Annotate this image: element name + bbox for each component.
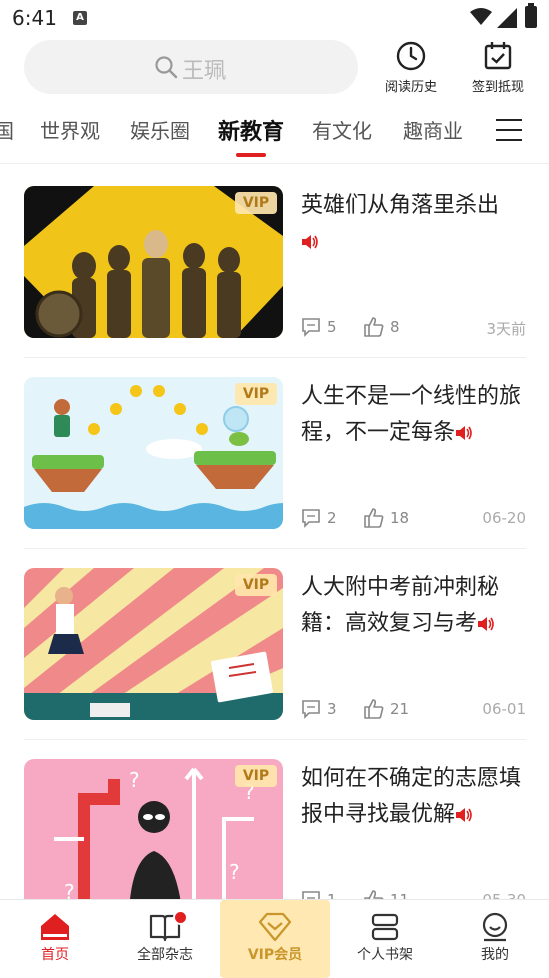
like-count: 8 (390, 318, 400, 336)
tab-shijieguan[interactable]: 世界观 (40, 115, 100, 144)
smiley-profile-icon (482, 912, 508, 942)
nav-all-magazines-label: 全部杂志 (137, 947, 193, 963)
article-thumbnail[interactable]: ???? VIP (24, 759, 283, 911)
bookshelf-icon (371, 913, 399, 941)
reading-history-label: 阅读历史 (384, 80, 437, 95)
speaker-icon[interactable] (301, 234, 319, 250)
comment-count: 3 (327, 700, 337, 718)
vip-badge: VIP (235, 765, 277, 787)
tab-yulequan[interactable]: 娱乐圈 (130, 115, 190, 144)
article-thumbnail[interactable]: VIP (24, 186, 283, 338)
menu-icon[interactable] (496, 119, 522, 141)
thumbs-up-icon[interactable] (363, 507, 385, 529)
search-icon (155, 56, 178, 79)
signal-icon (497, 8, 517, 28)
comment-count: 2 (327, 509, 337, 527)
nav-home-label: 首页 (41, 947, 69, 963)
article-title[interactable]: 人大附中考前冲刺秘籍：高效复习与考 (301, 570, 526, 642)
nav-vip-label: VIP会员 (247, 947, 303, 963)
diamond-icon (258, 912, 292, 942)
thumbs-up-icon[interactable] (363, 698, 385, 720)
article-card[interactable]: VIP 人大附中考前冲刺秘籍：高效复习与考 3 21 06-01 (24, 550, 526, 722)
like-count: 21 (390, 700, 410, 718)
search-box[interactable]: 王珮 (24, 40, 358, 94)
article-title[interactable]: 英雄们从角落里杀出 (301, 188, 526, 260)
article-date: 06-01 (482, 700, 526, 718)
tab-guo[interactable]: 国 (0, 115, 14, 144)
tab-qushangye[interactable]: 趣商业 (403, 115, 463, 144)
article-card[interactable]: VIP 英雄们从角落里杀出 5 8 3天前 (24, 168, 526, 340)
vip-badge: VIP (235, 383, 277, 405)
thumbs-up-icon[interactable] (363, 316, 385, 338)
article-date: 3天前 (486, 320, 526, 338)
nav-all-magazines[interactable]: 全部杂志 (110, 900, 220, 978)
tab-xinjiaoyu[interactable]: 新教育 (218, 114, 284, 146)
speaker-icon[interactable] (455, 807, 473, 823)
home-icon (41, 914, 69, 940)
wifi-icon (470, 8, 492, 25)
article-thumbnail[interactable]: VIP (24, 377, 283, 529)
nav-bookshelf-label: 个人书架 (357, 947, 413, 963)
comment-count: 5 (327, 318, 337, 336)
reading-history-button[interactable]: 阅读历史 (376, 40, 446, 98)
battery-icon (525, 3, 537, 28)
category-tabs: 国 世界观 娱乐圈 新教育 有文化 趣商业 (0, 105, 549, 164)
status-bar: 6:41 A (0, 0, 549, 38)
article-date: 06-20 (482, 509, 526, 527)
nav-home[interactable]: 首页 (0, 900, 110, 978)
vip-badge: VIP (235, 192, 277, 214)
comment-icon[interactable] (301, 699, 321, 719)
history-clock-icon (396, 41, 426, 71)
nav-me-label: 我的 (481, 947, 509, 963)
nav-vip[interactable]: VIP会员 (220, 900, 330, 978)
checkin-button[interactable]: 签到抵现 (463, 40, 533, 98)
tab-youwenhua[interactable]: 有文化 (312, 115, 372, 144)
checkin-label: 签到抵现 (471, 80, 524, 95)
article-meta: 3 21 06-01 (301, 698, 526, 720)
svg-text:?: ? (129, 768, 140, 792)
svg-text:?: ? (229, 860, 240, 884)
notification-dot (173, 910, 188, 925)
divider (24, 357, 526, 358)
speaker-icon[interactable] (455, 425, 473, 441)
bottom-nav: 首页 全部杂志 VIP会员 个人书架 我的 (0, 899, 549, 978)
vip-badge: VIP (235, 574, 277, 596)
speaker-icon[interactable] (477, 616, 495, 632)
article-title-text: 如何在不确定的志愿填报中寻找最优解 (301, 766, 522, 827)
divider (24, 739, 526, 740)
article-title-text: 英雄们从角落里杀出 (301, 193, 500, 218)
article-title-text: 人大附中考前冲刺秘籍：高效复习与考 (301, 575, 500, 636)
calendar-check-icon (484, 42, 512, 70)
status-time: 6:41 (12, 6, 57, 30)
article-title-text: 人生不是一个线性的旅程，不一定每条 (301, 384, 522, 445)
search-placeholder: 王珮 (182, 59, 227, 84)
article-card[interactable]: ???? VIP 如何在不确定的志愿填报中寻找最优解 1 11 05-30 (24, 741, 526, 913)
article-title[interactable]: 人生不是一个线性的旅程，不一定每条 (301, 379, 526, 451)
article-card[interactable]: VIP 人生不是一个线性的旅程，不一定每条 2 18 06-20 (24, 359, 526, 531)
article-thumbnail[interactable]: VIP (24, 568, 283, 720)
like-count: 18 (390, 509, 410, 527)
comment-icon[interactable] (301, 317, 321, 337)
article-meta: 5 8 3天前 (301, 316, 526, 338)
nav-me[interactable]: 我的 (440, 900, 549, 978)
divider (24, 548, 526, 549)
notification-a-icon: A (73, 11, 87, 25)
article-meta: 2 18 06-20 (301, 507, 526, 529)
nav-bookshelf[interactable]: 个人书架 (330, 900, 440, 978)
active-tab-indicator (236, 153, 266, 157)
comment-icon[interactable] (301, 508, 321, 528)
article-title[interactable]: 如何在不确定的志愿填报中寻找最优解 (301, 761, 526, 833)
